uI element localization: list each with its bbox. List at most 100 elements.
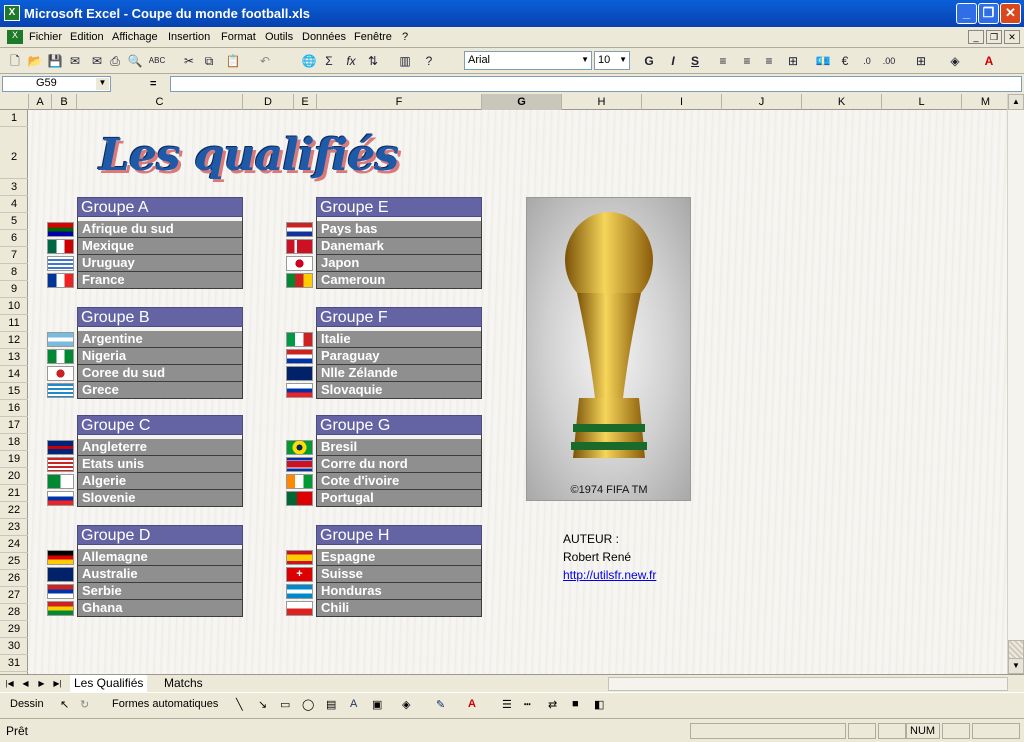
row-header[interactable]: 28 xyxy=(0,604,28,621)
line-icon[interactable]: ╲ xyxy=(236,698,243,711)
help-icon[interactable]: ? xyxy=(420,52,438,70)
row-header[interactable]: 7 xyxy=(0,247,28,264)
last-sheet-icon[interactable]: ▶| xyxy=(51,677,64,690)
row-header[interactable]: 25 xyxy=(0,553,28,570)
row-header[interactable]: 14 xyxy=(0,366,28,383)
row-header[interactable]: 31 xyxy=(0,655,28,672)
borders-icon[interactable]: ⊞ xyxy=(912,52,930,70)
function-icon[interactable]: fx xyxy=(342,52,360,70)
menu-outils[interactable]: Outils xyxy=(265,31,293,43)
column-header[interactable]: H xyxy=(562,94,642,110)
team-cell[interactable]: Corre du nord xyxy=(286,456,482,473)
chart-wizard-icon[interactable]: ▥ xyxy=(396,52,414,70)
team-cell[interactable]: Mexique xyxy=(47,238,243,255)
split-handle[interactable] xyxy=(1008,640,1024,660)
row-header[interactable]: 6 xyxy=(0,230,28,247)
author-link[interactable]: http://utilsfr.new.fr xyxy=(563,568,656,582)
column-header[interactable]: M xyxy=(962,94,1010,110)
clipart-icon[interactable]: ▣ xyxy=(372,698,382,711)
team-cell[interactable]: Bresil xyxy=(286,439,482,456)
team-cell[interactable]: Espagne xyxy=(286,549,482,566)
cut-icon[interactable]: ✂ xyxy=(180,52,198,70)
scroll-up-button[interactable]: ▲ xyxy=(1008,94,1024,110)
row-header[interactable]: 21 xyxy=(0,485,28,502)
restore-button[interactable]: ❐ xyxy=(978,3,999,24)
team-cell[interactable]: Algerie xyxy=(47,473,243,490)
autoshapes-menu-button[interactable]: Formes automatiques xyxy=(112,698,218,710)
team-cell[interactable]: Nlle Zélande xyxy=(286,365,482,382)
currency-icon[interactable]: 💶 xyxy=(814,52,832,70)
column-header[interactable]: E xyxy=(294,94,317,110)
spelling-icon[interactable]: ABC xyxy=(148,52,166,70)
team-cell[interactable]: Paraguay xyxy=(286,348,482,365)
row-header[interactable]: 5 xyxy=(0,213,28,230)
email-icon[interactable]: ✉ xyxy=(88,52,106,70)
row-header[interactable]: 20 xyxy=(0,468,28,485)
team-cell[interactable]: Honduras xyxy=(286,583,482,600)
decrease-decimal-icon[interactable]: .0 xyxy=(858,52,876,70)
rotate-icon[interactable]: ↻ xyxy=(80,698,89,711)
line-color-icon[interactable]: ✎ xyxy=(436,698,445,711)
row-header[interactable]: 9 xyxy=(0,281,28,298)
euro-icon[interactable]: € xyxy=(836,52,854,70)
team-cell[interactable]: Pays bas xyxy=(286,221,482,238)
column-header[interactable]: L xyxy=(882,94,962,110)
rectangle-icon[interactable]: ▭ xyxy=(280,698,290,711)
row-header[interactable]: 24 xyxy=(0,536,28,553)
row-header[interactable]: 13 xyxy=(0,349,28,366)
row-header[interactable]: 17 xyxy=(0,417,28,434)
column-header[interactable]: F xyxy=(317,94,482,110)
font-color-icon[interactable]: A xyxy=(468,698,476,710)
draw-menu-button[interactable]: Dessin xyxy=(10,698,44,710)
row-header[interactable]: 30 xyxy=(0,638,28,655)
font-color-icon[interactable]: A xyxy=(980,52,998,70)
fill-color-icon[interactable]: ◈ xyxy=(946,52,964,70)
permission-icon[interactable]: ✉ xyxy=(66,52,84,70)
new-icon[interactable]: 🗋 xyxy=(6,52,24,70)
workbook-icon[interactable]: X xyxy=(7,30,23,44)
row-header[interactable]: 18 xyxy=(0,434,28,451)
minimize-button[interactable]: _ xyxy=(956,3,977,24)
align-center-icon[interactable]: ≡ xyxy=(738,52,756,70)
tab-matchs[interactable]: Matchs xyxy=(160,675,207,692)
autosum-icon[interactable]: Σ xyxy=(320,52,338,70)
column-header[interactable]: I xyxy=(642,94,722,110)
horizontal-scrollbar[interactable] xyxy=(608,677,1008,691)
menu-help[interactable]: ? xyxy=(402,31,408,43)
next-sheet-icon[interactable]: ▶ xyxy=(35,677,48,690)
select-all-button[interactable] xyxy=(0,94,29,110)
tab-les-qualifies[interactable]: Les Qualifiés xyxy=(70,675,148,692)
dash-style-icon[interactable]: ┅ xyxy=(524,698,531,711)
world-cup-trophy-image[interactable]: ©1974 FIFA TM xyxy=(526,197,691,501)
column-header[interactable]: K xyxy=(802,94,882,110)
team-cell[interactable]: France xyxy=(47,272,243,289)
team-cell[interactable]: Cote d'ivoire xyxy=(286,473,482,490)
doc-minimize-button[interactable]: _ xyxy=(968,30,984,44)
menu-fichier[interactable]: Fichier xyxy=(29,31,62,43)
team-cell[interactable]: Argentine xyxy=(47,331,243,348)
row-header[interactable]: 3 xyxy=(0,179,28,196)
increase-decimal-icon[interactable]: .00 xyxy=(880,52,898,70)
column-header[interactable]: C xyxy=(77,94,243,110)
open-icon[interactable]: 📂 xyxy=(26,52,44,70)
align-left-icon[interactable]: ≡ xyxy=(714,52,732,70)
row-header[interactable]: 15 xyxy=(0,383,28,400)
first-sheet-icon[interactable]: |◀ xyxy=(3,677,16,690)
team-cell[interactable]: Chili xyxy=(286,600,482,617)
team-cell[interactable]: Etats unis xyxy=(47,456,243,473)
menu-affichage[interactable]: Affichage xyxy=(112,31,158,43)
column-header[interactable]: B xyxy=(52,94,77,110)
menu-format[interactable]: Format xyxy=(221,31,256,43)
scroll-down-button[interactable]: ▼ xyxy=(1008,658,1024,674)
sort-icon[interactable]: ⇅ xyxy=(364,52,382,70)
menu-donnees[interactable]: Données xyxy=(302,31,346,43)
team-cell[interactable]: Serbie xyxy=(47,583,243,600)
team-cell[interactable]: Grece xyxy=(47,382,243,399)
fill-color-icon[interactable]: ◈ xyxy=(402,698,410,711)
prev-sheet-icon[interactable]: ◀ xyxy=(19,677,32,690)
close-button[interactable]: ✕ xyxy=(1000,3,1021,24)
name-box[interactable]: G59 ▼ xyxy=(2,76,111,92)
row-header[interactable]: 4 xyxy=(0,196,28,213)
row-header[interactable]: 16 xyxy=(0,400,28,417)
undo-icon[interactable]: ↶ xyxy=(256,52,274,70)
